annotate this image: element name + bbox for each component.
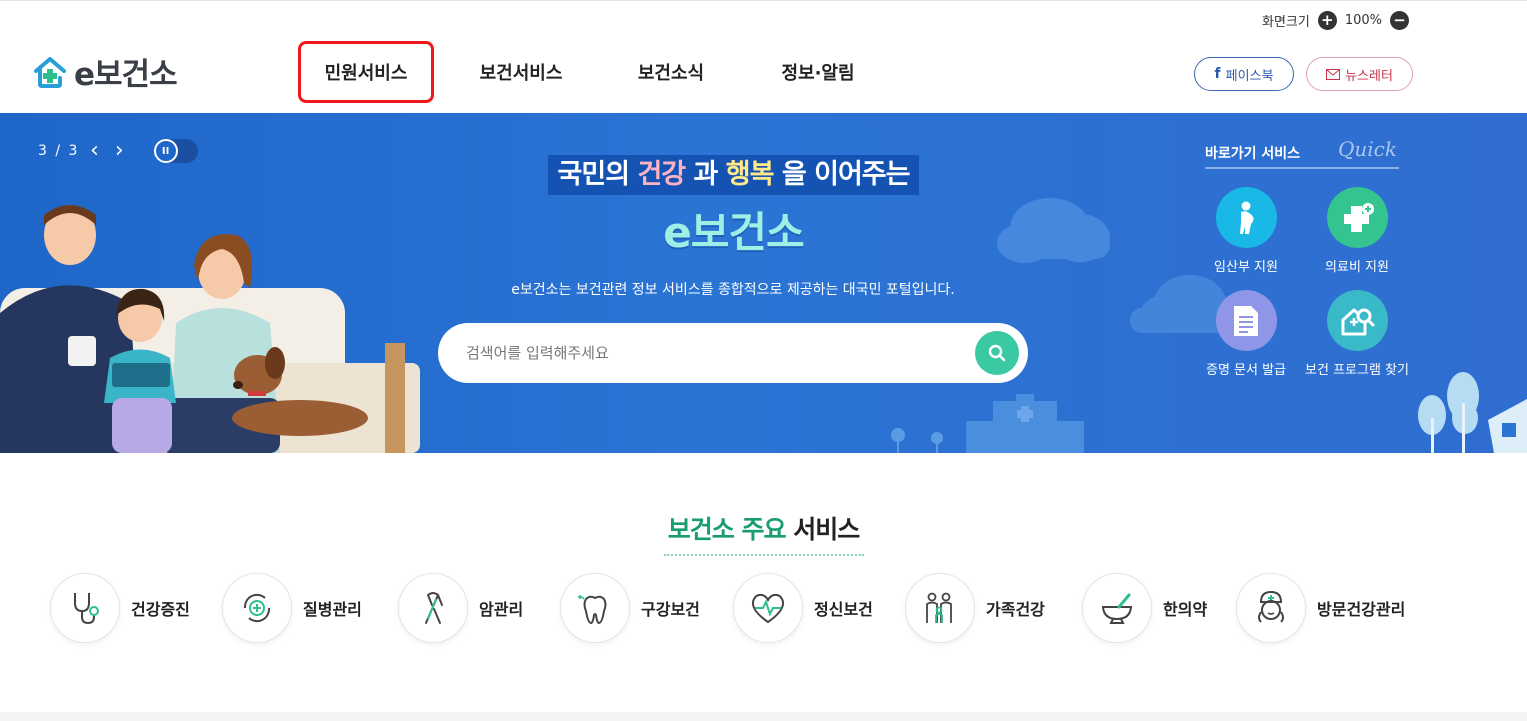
service-label: 한의약 (1163, 600, 1208, 619)
slide-controls: 3 / 3 ‹ › II (38, 139, 198, 163)
quick-item-label: 의료비 지원 (1325, 260, 1389, 275)
services-title: 보건소 주요 서비스 (0, 510, 1527, 556)
main-banner: 3 / 3 ‹ › II 국민의 건강 과 행복 을 이어주는 e보건소 e보건… (0, 113, 1527, 453)
house-cross-logo-icon (34, 56, 66, 88)
hero-brand: e보건소 (663, 208, 804, 257)
medical-cross-icon (1326, 187, 1388, 248)
service-home-visit[interactable]: 방문건강관리 (1236, 573, 1405, 643)
service-korean-medicine[interactable]: 한의약 (1082, 573, 1207, 643)
quick-script-text: Quick (1338, 137, 1397, 161)
house-search-icon (1326, 290, 1388, 351)
chevron-right-icon[interactable]: › (115, 140, 124, 162)
quick-item-label: 보건 프로그램 찾기 (1305, 363, 1409, 378)
service-label: 가족건강 (986, 600, 1045, 619)
bottom-band (0, 712, 1527, 721)
hero-headline: 국민의 건강 과 행복 을 이어주는 (548, 155, 919, 195)
mail-icon (1326, 68, 1341, 80)
zoom-label: 화면크기 (1261, 15, 1310, 30)
document-icon (1215, 290, 1277, 351)
quick-item-certificate[interactable]: 증명 문서 발급 (1191, 290, 1301, 378)
zoom-control: 화면크기 + 100% − (1262, 11, 1409, 30)
quick-service-title: 바로가기 서비스 Quick (1205, 137, 1399, 169)
zoom-value: 100% (1344, 13, 1382, 28)
service-disease-control[interactable]: 질병관리 (222, 573, 362, 643)
pregnant-woman-icon (1215, 187, 1277, 248)
search-input[interactable] (466, 344, 946, 362)
services-title-rest: 서비스 (785, 515, 860, 544)
tooth-icon (560, 573, 630, 643)
services-title-green: 보건소 주요 (667, 515, 787, 544)
slide-counter: 3 / 3 (38, 143, 80, 159)
nurse-icon (1236, 573, 1306, 643)
chevron-left-icon[interactable]: ‹ (90, 140, 99, 162)
search-bar (438, 323, 1028, 383)
zoom-in-button[interactable]: + (1317, 11, 1337, 30)
quick-title-text: 바로가기 서비스 (1205, 146, 1301, 162)
quick-item-label: 임산부 지원 (1214, 260, 1278, 275)
family-icon (905, 573, 975, 643)
site-logo[interactable]: e보건소 (32, 49, 178, 94)
quick-item-pregnant[interactable]: 임산부 지원 (1191, 187, 1301, 275)
service-label: 질병관리 (303, 600, 362, 619)
service-oral-health[interactable]: 구강보건 (560, 573, 700, 643)
facebook-label: 페이스북 (1225, 68, 1274, 84)
nav-civil-service[interactable]: 민원서비스 (298, 41, 434, 103)
quick-item-program[interactable]: 보건 프로그램 찾기 (1302, 290, 1412, 378)
hero-mid: 과 (685, 159, 726, 190)
service-label: 건강증진 (131, 600, 190, 619)
quick-item-label: 증명 문서 발급 (1205, 363, 1287, 378)
service-family-health[interactable]: 가족건강 (905, 573, 1045, 643)
facebook-button[interactable]: f 페이스북 (1194, 57, 1294, 91)
hero-description: e보건소는 보건관련 정보 서비스를 종합적으로 제공하는 대국민 포털입니다. (511, 282, 955, 298)
stethoscope-icon (50, 573, 120, 643)
service-mental-health[interactable]: 정신보건 (733, 573, 873, 643)
pause-toggle[interactable]: II (153, 139, 198, 163)
logo-text: e보건소 (74, 57, 178, 93)
title-underline (663, 554, 864, 556)
nav-health-service[interactable]: 보건서비스 (476, 41, 566, 103)
service-label: 암관리 (479, 600, 524, 619)
hero-suffix: 을 이어주는 (773, 159, 911, 190)
search-icon (988, 344, 1006, 362)
zoom-out-button[interactable]: − (1390, 11, 1409, 30)
service-cancer-management[interactable]: 암관리 (398, 573, 523, 643)
ribbon-icon (398, 573, 468, 643)
main-nav: 민원서비스 보건서비스 보건소식 정보·알림 (298, 41, 858, 103)
service-label: 정신보건 (814, 600, 873, 619)
page: 화면크기 + 100% − e보건소 민원서비스 보건서비스 보건소식 정보·알… (0, 0, 1527, 721)
site-header: 화면크기 + 100% − e보건소 민원서비스 보건서비스 보건소식 정보·알… (0, 0, 1527, 113)
disease-care-icon (222, 573, 292, 643)
service-label: 구강보건 (641, 600, 700, 619)
mortar-icon (1082, 573, 1152, 643)
quick-item-medical-cost[interactable]: 의료비 지원 (1302, 187, 1412, 275)
hero-health: 건강 (637, 159, 686, 190)
service-health-promotion[interactable]: 건강증진 (50, 573, 190, 643)
search-button[interactable] (975, 331, 1019, 375)
facebook-icon: f (1214, 66, 1221, 82)
pause-icon: II (153, 139, 178, 163)
service-label: 방문건강관리 (1317, 600, 1406, 619)
nav-info-notice[interactable]: 정보·알림 (778, 41, 858, 103)
hero-happy: 행복 (725, 159, 775, 190)
heart-pulse-icon (733, 573, 803, 643)
newsletter-button[interactable]: 뉴스레터 (1306, 57, 1413, 91)
hero-prefix: 국민의 (557, 159, 638, 190)
newsletter-label: 뉴스레터 (1345, 68, 1393, 84)
nav-health-news[interactable]: 보건소식 (636, 41, 706, 103)
